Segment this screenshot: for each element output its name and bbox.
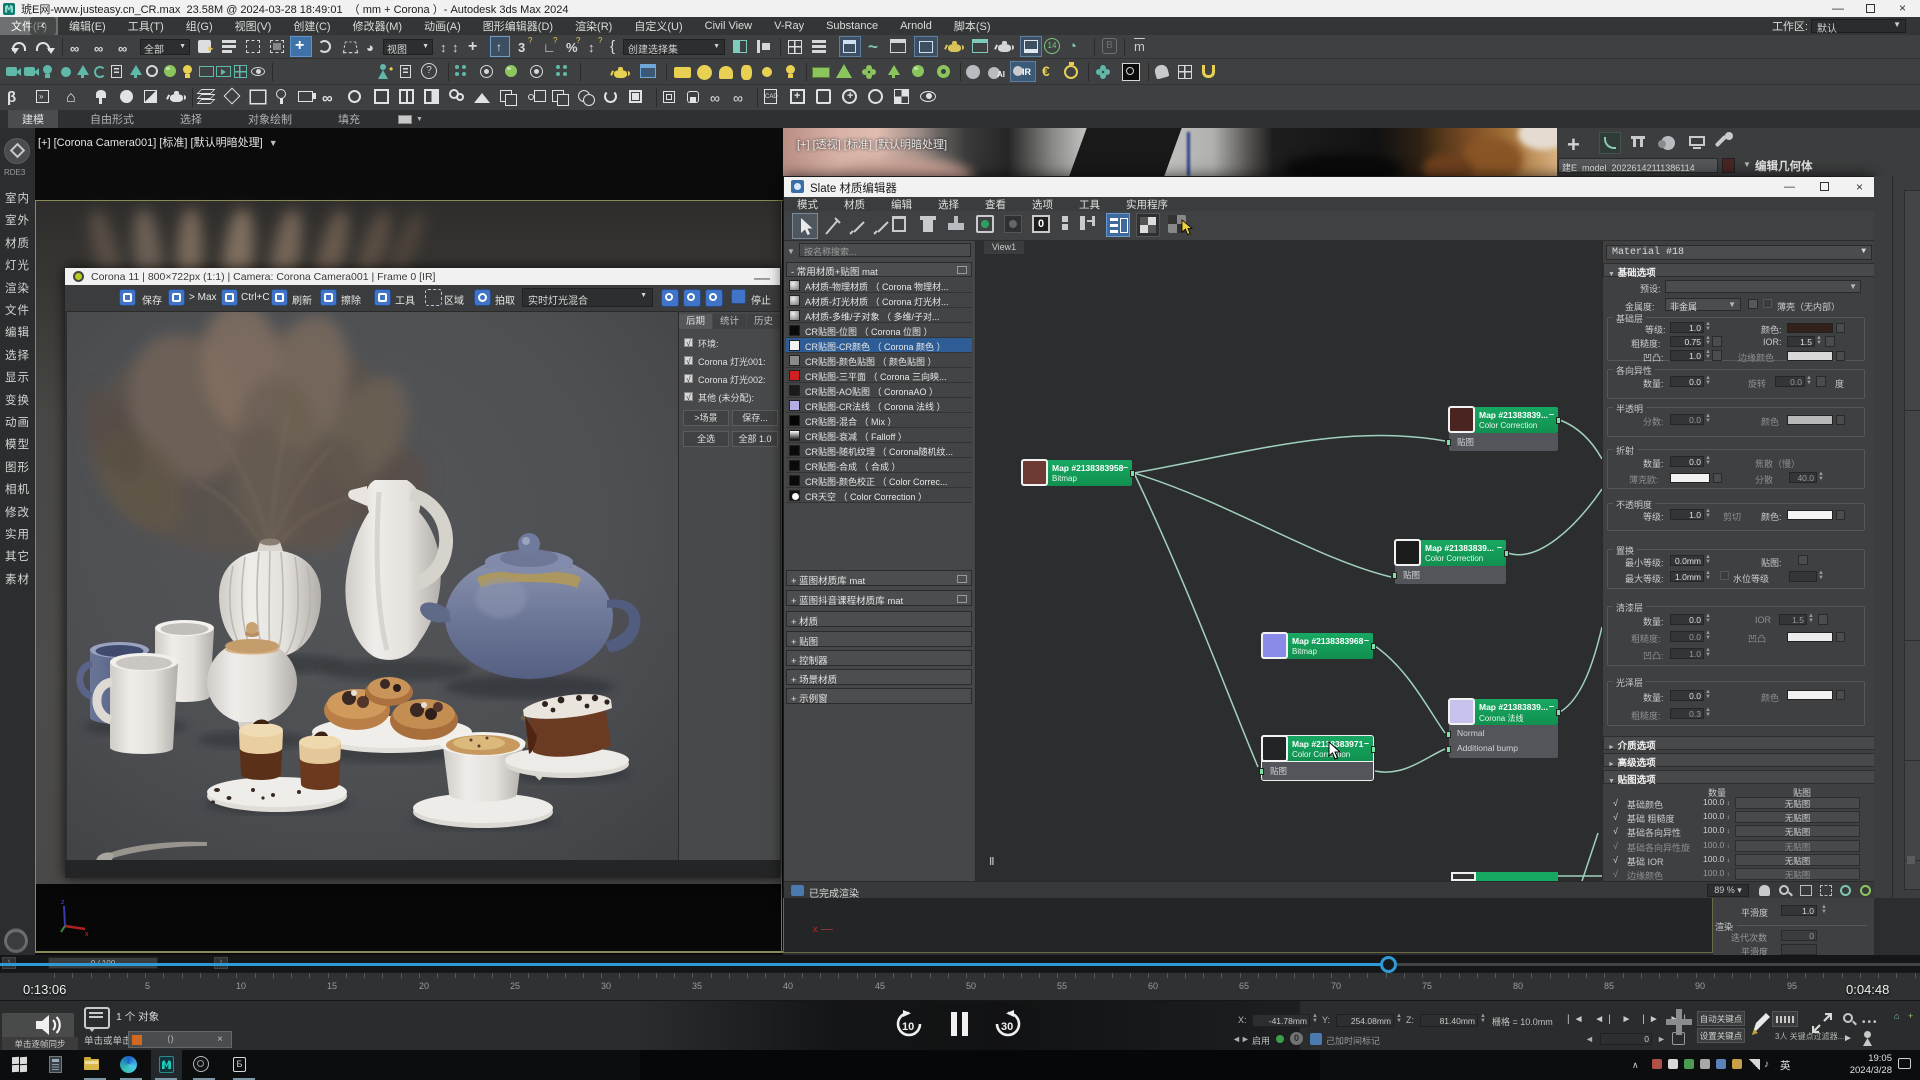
svg-text:x: x [85, 931, 89, 938]
svg-text:z: z [61, 899, 65, 906]
svg-text:10: 10 [902, 1021, 914, 1033]
svg-text:30: 30 [1001, 1021, 1013, 1033]
